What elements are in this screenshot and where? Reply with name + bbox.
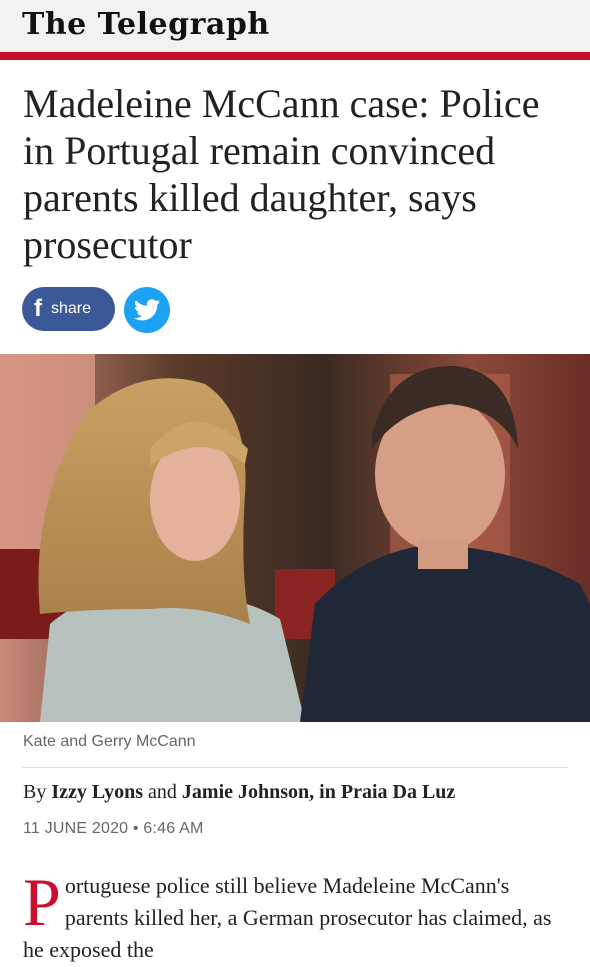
twitter-bird-icon (134, 299, 160, 321)
divider (22, 767, 568, 768)
facebook-share-button[interactable]: f share (22, 287, 115, 331)
article-body: Portuguese police still believe Madelein… (23, 864, 568, 966)
masthead: The Telegraph (0, 0, 590, 60)
byline-prefix: By (23, 781, 47, 803)
byline-joiner: and (148, 781, 177, 803)
twitter-share-button[interactable] (124, 287, 170, 333)
article-headline: Madeleine McCann case: Police in Portuga… (23, 81, 540, 267)
image-caption: Kate and Gerry McCann (23, 733, 196, 750)
byline: By Izzy Lyons and Jamie Johnson, in Prai… (23, 781, 455, 804)
telegraph-logo[interactable]: The Telegraph (22, 2, 270, 48)
author-link-jamie-johnson[interactable]: Jamie Johnson, in Praia Da Luz (182, 781, 455, 803)
facebook-icon: f (34, 295, 42, 322)
article-photo (0, 354, 590, 722)
body-paragraph: ortuguese police still believe Madeleine… (23, 873, 552, 962)
drop-cap: P (23, 864, 61, 940)
photo-illustration (0, 354, 590, 722)
publish-date: 11 JUNE 2020 • 6:46 AM (23, 820, 204, 837)
author-link-izzy-lyons[interactable]: Izzy Lyons (51, 781, 143, 803)
facebook-share-label: share (51, 300, 92, 317)
